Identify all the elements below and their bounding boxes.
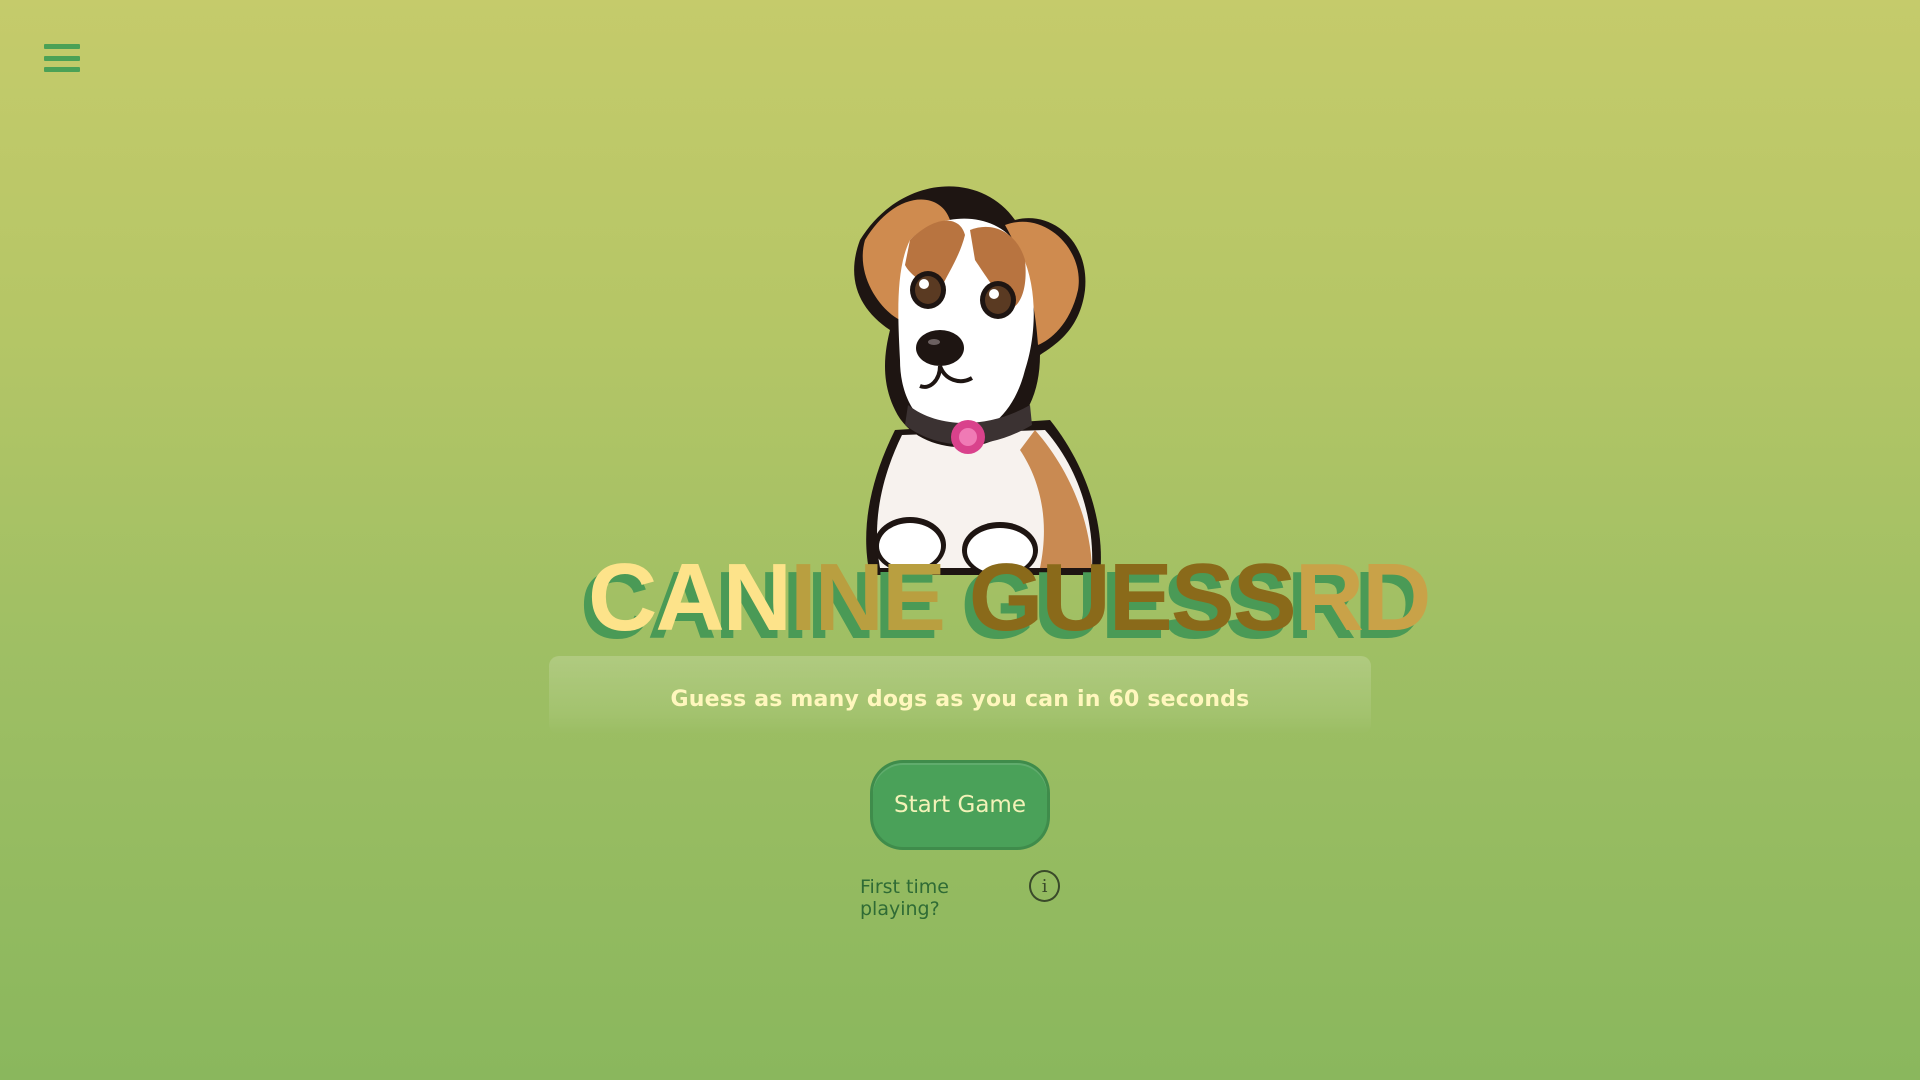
title-wordmark: CANINE GUESSRD CANINE GUESSRD — [580, 544, 1431, 659]
hero: CANINE GUESSRD CANINE GUESSRD — [560, 170, 1431, 659]
first-time-label: First time playing? — [860, 876, 949, 920]
title-part-can: CAN — [588, 544, 790, 651]
menu-bar — [44, 44, 80, 49]
menu-bar — [44, 67, 80, 72]
title-part-rd: RD — [1295, 544, 1430, 651]
intro-panel: Guess as many dogs as you can in 60 seco… — [549, 656, 1371, 734]
game-title-logo: CANINE GUESSRD CANINE GUESSRD — [560, 530, 1431, 660]
svg-text:CANINE GUESSRD: CANINE GUESSRD — [588, 544, 1429, 651]
puppy-mascot — [854, 186, 1101, 578]
hamburger-menu-button[interactable] — [44, 44, 80, 72]
start-game-button[interactable]: Start Game — [873, 763, 1047, 847]
title-part-ine: INE — [790, 544, 969, 651]
info-icon[interactable]: i — [1029, 870, 1060, 902]
game-subtitle: Guess as many dogs as you can in 60 seco… — [670, 686, 1250, 712]
title-part-guess: GUESS — [969, 544, 1295, 651]
menu-bar — [44, 55, 80, 61]
first-time-help: First time playing? i — [860, 868, 1060, 920]
